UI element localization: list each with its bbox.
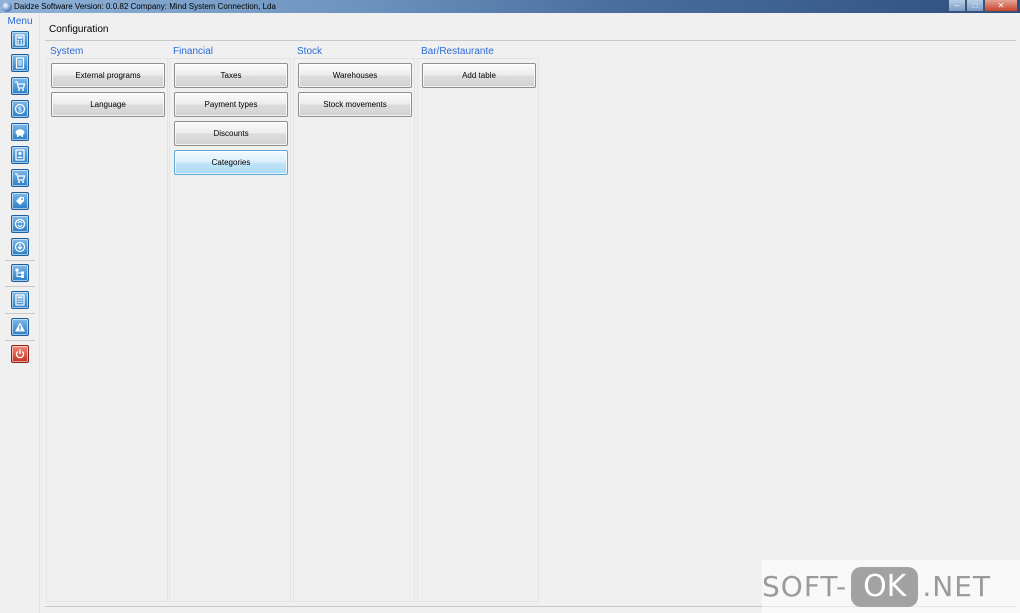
app-logo-icon (2, 1, 12, 12)
menu-documents-button[interactable] (11, 54, 29, 72)
group-title: Financial (173, 46, 214, 57)
warehouses-button[interactable]: Warehouses (298, 63, 412, 88)
menu-exit-button[interactable] (11, 345, 29, 363)
terminal-icon (15, 34, 25, 46)
tag-icon (16, 197, 24, 205)
menu-download-button[interactable] (11, 238, 29, 256)
title-divider (45, 40, 1016, 41)
menu-cart-button[interactable] (11, 77, 29, 95)
maximize-button[interactable]: □ (966, 0, 984, 12)
settings-tree-icon (15, 268, 24, 278)
categories-button[interactable]: Categories (174, 150, 288, 175)
group-panel: External programs Language (46, 58, 168, 602)
window-title-bar[interactable]: Daidze Software Version: 0.0.82 Company:… (0, 0, 1020, 13)
menu-configuration-button[interactable] (11, 264, 29, 282)
menu-separator (5, 286, 35, 287)
menu-contacts-button[interactable] (11, 146, 29, 164)
power-icon (15, 349, 25, 359)
menu-purchases-button[interactable] (11, 169, 29, 187)
watermark-suffix: .NET (922, 570, 991, 603)
group-panel: Taxes Payment types Discounts Categories (169, 58, 291, 602)
group-title: Stock (297, 46, 323, 57)
document-icon (15, 57, 25, 69)
refresh-icon (14, 218, 26, 230)
menu-separator (5, 340, 35, 341)
watermark-prefix: SOFT- (762, 570, 848, 603)
group-bar-restaurante: Bar/Restaurante Add table (417, 46, 539, 602)
group-financial: Financial Taxes Payment types Discounts … (169, 46, 291, 602)
download-icon (14, 241, 26, 253)
watermark-badge: OK (851, 566, 919, 607)
menu-calculator-button[interactable] (11, 291, 29, 309)
menu-separator (5, 260, 35, 261)
group-panel: Warehouses Stock movements (293, 58, 415, 602)
close-button[interactable]: ✕ (984, 0, 1018, 12)
menu-alerts-button[interactable] (11, 318, 29, 336)
money-icon: $ (14, 103, 26, 115)
group-title: Bar/Restaurante (421, 46, 494, 57)
svg-text:$: $ (18, 106, 22, 114)
calculator-icon (15, 294, 25, 306)
side-menu: Menu $ (0, 13, 40, 613)
group-panel: Add table (417, 58, 539, 602)
menu-pos-terminal-button[interactable] (11, 31, 29, 49)
menu-separator (5, 313, 35, 314)
page-title: Configuration (49, 24, 109, 35)
discounts-button[interactable]: Discounts (174, 121, 288, 146)
cart-icon (15, 81, 26, 91)
contacts-icon (15, 149, 25, 161)
minimize-button[interactable]: – (948, 0, 966, 12)
menu-history-button[interactable] (11, 215, 29, 233)
taxes-button[interactable]: Taxes (174, 63, 288, 88)
language-button[interactable]: Language (51, 92, 165, 117)
group-system: System External programs Language (46, 46, 168, 602)
menu-cash-button[interactable]: $ (11, 100, 29, 118)
stock-movements-button[interactable]: Stock movements (298, 92, 412, 117)
external-programs-button[interactable]: External programs (51, 63, 165, 88)
warning-icon (15, 322, 25, 332)
group-title: System (50, 46, 84, 57)
payment-types-button[interactable]: Payment types (174, 92, 288, 117)
group-stock: Stock Warehouses Stock movements (293, 46, 415, 602)
menu-label: Menu (7, 16, 33, 27)
menu-savings-button[interactable] (11, 123, 29, 141)
window-controls: – □ ✕ (948, 0, 1018, 13)
menu-tags-button[interactable] (11, 192, 29, 210)
window-title: Daidze Software Version: 0.0.82 Company:… (14, 2, 276, 11)
cart-icon (15, 173, 26, 183)
watermark: SOFT- OK .NET (762, 560, 1020, 613)
piggy-bank-icon (15, 129, 25, 137)
add-table-button[interactable]: Add table (422, 63, 536, 88)
